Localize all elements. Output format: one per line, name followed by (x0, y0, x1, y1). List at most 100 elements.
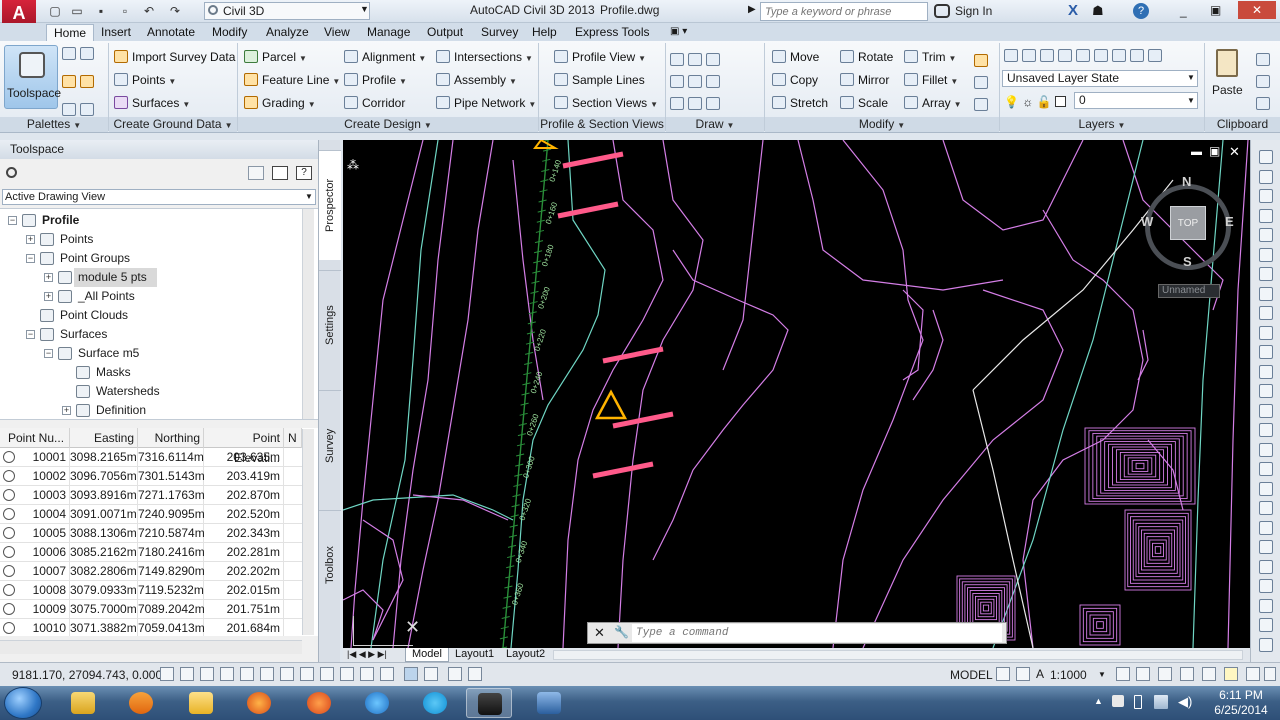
pipe-network-button[interactable]: Pipe Network ▼ (436, 96, 536, 112)
canvas-hscrollbar[interactable] (553, 650, 1243, 660)
mtext-tool-icon[interactable] (1259, 462, 1273, 476)
elevation-cell[interactable]: 202.015m (204, 581, 284, 600)
copy-button[interactable]: Copy (772, 73, 818, 87)
elevation-cell[interactable]: 202.202m (204, 562, 284, 581)
viewcube-top-face[interactable]: TOP (1170, 206, 1206, 240)
scale-button[interactable]: Scale (840, 96, 888, 110)
tab-help[interactable]: Help (525, 24, 564, 41)
polyline-tool-icon[interactable] (1259, 169, 1273, 184)
system-clock[interactable]: 6:11 PM 6/25/2014 (1206, 688, 1276, 718)
easting-cell[interactable]: 3075.7000m (70, 600, 138, 619)
object-snap-icon[interactable] (260, 667, 274, 681)
clean-screen-icon[interactable] (1264, 667, 1276, 681)
tab-analyze[interactable]: Analyze (259, 24, 316, 41)
easting-cell[interactable]: 3088.1306m (70, 524, 138, 543)
rotate-button[interactable]: Rotate (840, 50, 893, 64)
tree-node[interactable]: − Surface m5 (0, 344, 302, 363)
layer-tools[interactable] (1004, 49, 1166, 63)
maximize-icon[interactable]: ▣ (1210, 3, 1221, 17)
save-as-icon[interactable]: ▫ (116, 3, 134, 19)
table-row[interactable]: 10003 3093.8916m 7271.1763m 202.870m (0, 486, 302, 505)
wrench-icon[interactable]: 🔧 (614, 625, 629, 639)
scale-tool-icon[interactable] (1259, 637, 1273, 652)
collapse-icon[interactable]: − (8, 216, 17, 225)
easting-cell[interactable]: 3093.8916m (70, 486, 138, 505)
anchor-icon[interactable] (468, 667, 482, 681)
grid-display-icon[interactable] (200, 667, 214, 681)
quick-properties-icon[interactable] (404, 667, 418, 681)
coordinate-readout[interactable]: 9181.170, 27094.743, 0.000 (12, 668, 162, 682)
sample-lines-button[interactable]: Sample Lines (554, 73, 645, 87)
toolspace-view-select[interactable]: Active Drawing View (2, 189, 316, 205)
modify-extra-icons[interactable] (974, 50, 992, 116)
panel-title-draw[interactable]: Draw ▼ (666, 117, 764, 132)
polygon-tool-icon[interactable] (1259, 189, 1273, 203)
command-input[interactable] (632, 624, 1002, 642)
toolspace-title[interactable]: Toolspace (0, 140, 318, 159)
item-view-icon[interactable] (272, 166, 288, 180)
table-row[interactable]: 10004 3091.0071m 7240.9095m 202.520m (0, 505, 302, 524)
erase-tool-icon[interactable] (1259, 501, 1273, 515)
panel-title-design[interactable]: Create Design ▼ (238, 117, 538, 132)
quick-view-layouts-icon[interactable] (996, 667, 1010, 681)
parcel-button[interactable]: Parcel ▼ (244, 50, 307, 66)
selection-cycling-icon[interactable] (424, 667, 438, 681)
lock-ui-icon[interactable] (1180, 667, 1194, 681)
snap-mode-icon[interactable] (180, 667, 194, 681)
tree-node[interactable]: Point Clouds (0, 306, 302, 325)
lineweight-icon[interactable] (360, 667, 374, 681)
exchange-icon[interactable]: X (1068, 2, 1078, 19)
easting-cell[interactable]: 3082.2806m (70, 562, 138, 581)
expand-icon[interactable]: + (26, 235, 35, 244)
viewport-restore-icon[interactable]: ▣ (1209, 144, 1220, 158)
point-number-cell[interactable]: 10002 (0, 467, 70, 486)
hardware-acceleration-icon[interactable] (1202, 667, 1216, 681)
profile-button[interactable]: Profile ▼ (344, 73, 407, 89)
region-tool-icon[interactable] (1259, 423, 1273, 437)
insert-tool-icon[interactable] (1259, 325, 1273, 340)
northing-cell[interactable]: 7240.9095m (138, 505, 205, 524)
layout-nav-icons[interactable]: |◀ ◀ ▶ ▶| (347, 648, 387, 661)
easting-cell[interactable]: 3091.0071m (70, 505, 138, 524)
rectangle-tool-icon[interactable] (1259, 208, 1273, 223)
warning-marker-icon[interactable] (594, 389, 628, 420)
paste-button[interactable]: Paste (1210, 45, 1246, 105)
auto-scale-icon[interactable] (1136, 667, 1150, 681)
tab-home[interactable]: Home (46, 24, 95, 41)
chevron-down-icon[interactable]: ▼ (360, 4, 369, 14)
elevation-cell[interactable]: 203.635m (204, 448, 284, 467)
table-row[interactable]: 10006 3085.2162m 7180.2416m 202.281m (0, 543, 302, 562)
open-icon[interactable]: ▭ (68, 3, 86, 19)
transparency-icon[interactable] (380, 667, 394, 681)
draw-tools[interactable] (670, 49, 760, 115)
infer-constraints-icon[interactable] (160, 667, 174, 681)
table-row[interactable]: 10007 3082.2806m 7149.8290m 202.202m (0, 562, 302, 581)
tab-prospector[interactable]: Prospector (319, 150, 341, 260)
skype-icon[interactable] (412, 688, 458, 718)
array-tool-icon[interactable] (1259, 579, 1273, 593)
tab-insert[interactable]: Insert (94, 24, 138, 41)
tray-volume-icon[interactable]: ◀) (1178, 694, 1192, 710)
status-menu-icon[interactable] (1246, 667, 1260, 681)
tray-network-icon[interactable] (1154, 695, 1168, 709)
northing-cell[interactable]: 7210.5874m (138, 524, 205, 543)
assembly-button[interactable]: Assembly ▼ (436, 73, 517, 89)
tab-modify[interactable]: Modify (205, 24, 254, 41)
tree-node[interactable]: − Point Groups (0, 249, 302, 268)
easting-cell[interactable]: 3098.2165m (70, 448, 138, 467)
tray-battery-icon[interactable] (1134, 695, 1142, 709)
annotation-monitor-icon[interactable] (448, 667, 462, 681)
elevation-cell[interactable]: 202.343m (204, 524, 284, 543)
easting-cell[interactable]: 3071.3882m (70, 619, 138, 636)
copy-tool-icon[interactable] (1259, 520, 1273, 535)
close-icon[interactable]: ✕ (1238, 1, 1276, 19)
annotation-scale-select[interactable]: 1:1000 (1050, 668, 1087, 682)
3d-object-snap-icon[interactable] (280, 667, 294, 681)
clipboard-small-icons[interactable] (1256, 49, 1274, 115)
tab-survey[interactable]: Survey (319, 390, 341, 500)
circle-tool-icon[interactable] (1259, 247, 1273, 262)
panel-title-profile-section[interactable]: Profile & Section Views (539, 117, 665, 132)
properties-icon[interactable] (248, 166, 264, 180)
table-row[interactable]: 10005 3088.1306m 7210.5874m 202.343m (0, 524, 302, 543)
internet-explorer-icon[interactable] (354, 688, 400, 718)
